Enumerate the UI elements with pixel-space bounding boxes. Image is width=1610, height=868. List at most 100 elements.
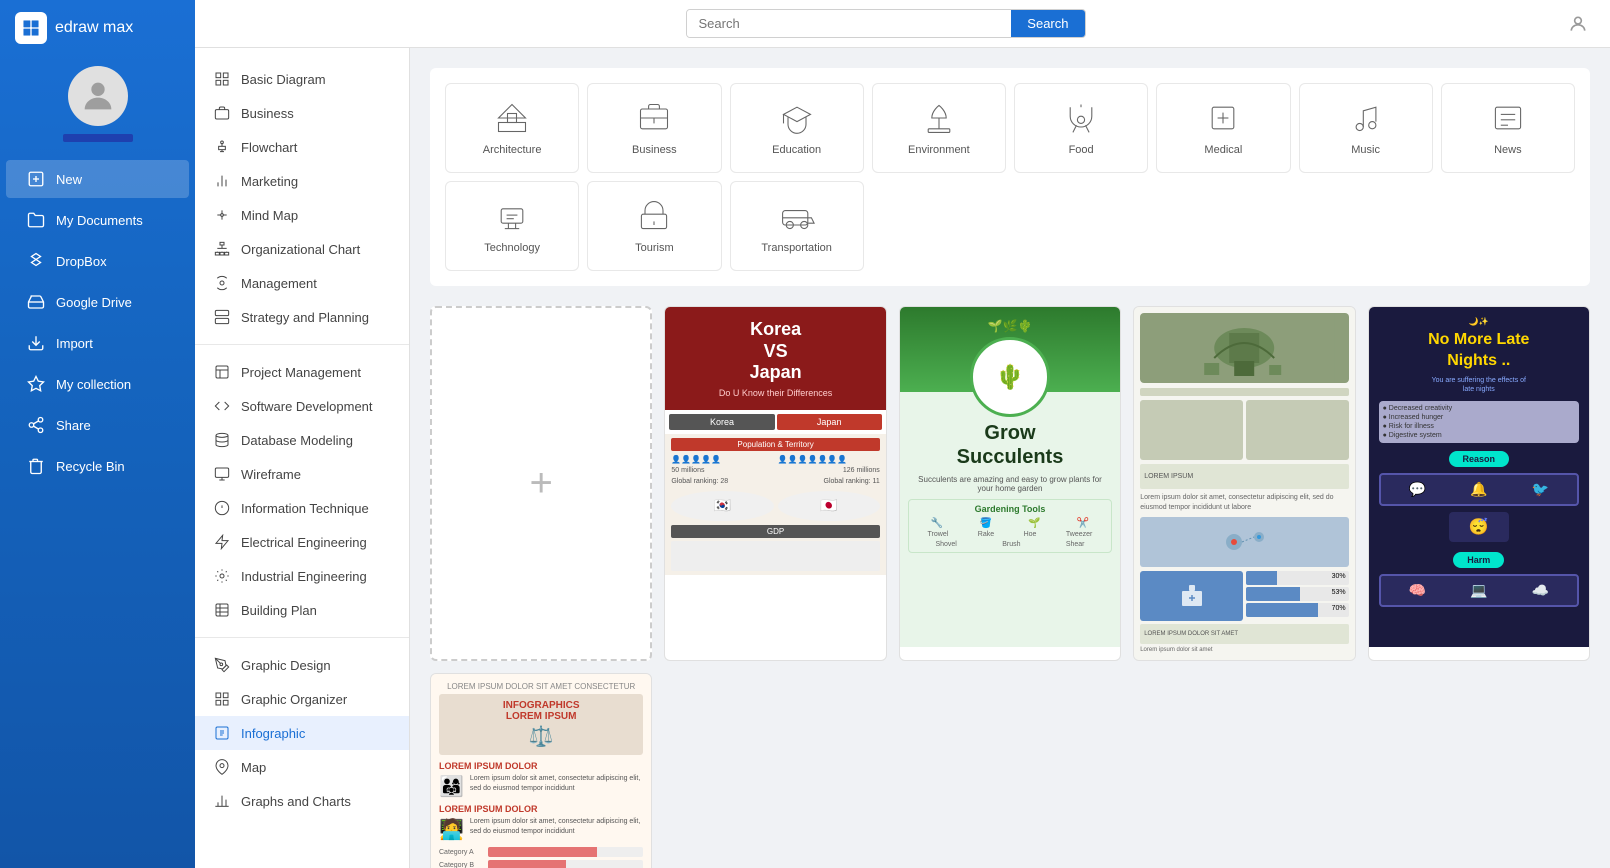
sidebar-item-new[interactable]: New: [6, 160, 189, 198]
menu-item-project-management[interactable]: Project Management: [195, 355, 409, 389]
template-korea-cols: Korea Japan: [669, 414, 881, 430]
sidebar-navigation: New My Documents DropBox Google Drive: [0, 157, 195, 488]
template-population-row: 👤👤👤👤👤 👤👤👤👤👤👤👤: [671, 455, 879, 464]
strategy-icon: [213, 308, 231, 326]
user-profile-area: [0, 56, 195, 157]
menu-item-flowchart[interactable]: Flowchart: [195, 130, 409, 164]
template-japan-col: Japan: [777, 414, 882, 430]
user-menu-button[interactable]: [1566, 12, 1590, 36]
sidebar-item-share-label: Share: [56, 418, 91, 433]
category-architecture[interactable]: Architecture: [445, 83, 579, 173]
category-environment-label: Environment: [908, 144, 970, 156]
category-technology-label: Technology: [484, 242, 540, 254]
template-bar-bg-2: [488, 860, 643, 868]
menu-item-marketing[interactable]: Marketing: [195, 164, 409, 198]
menu-item-information-technique[interactable]: Information Technique: [195, 491, 409, 525]
hard-drive-icon: [26, 292, 46, 312]
category-environment[interactable]: Environment: [872, 83, 1006, 173]
menu-item-management[interactable]: Management: [195, 266, 409, 300]
menu-item-graphs-charts[interactable]: Graphs and Charts: [195, 784, 409, 818]
template-travel-block1: [1140, 400, 1243, 460]
template-pct-2: 53%: [1246, 587, 1349, 601]
sidebar-item-dropbox[interactable]: DropBox: [6, 242, 189, 280]
marketing-icon: [213, 172, 231, 190]
menu-item-wireframe[interactable]: Wireframe: [195, 457, 409, 491]
menu-item-org-chart[interactable]: Organizational Chart: [195, 232, 409, 266]
sidebar-item-share[interactable]: Share: [6, 406, 189, 444]
template-dark-checklist: ● Decreased creativity ● Increased hunge…: [1379, 401, 1579, 443]
template-dark-person: 😴: [1449, 512, 1509, 542]
sidebar-item-my-documents[interactable]: My Documents: [6, 201, 189, 239]
flowchart-icon: [213, 138, 231, 156]
industrial-engineering-icon: [213, 567, 231, 585]
category-tourism-label: Tourism: [635, 242, 674, 254]
category-music[interactable]: Music: [1299, 83, 1433, 173]
template-harm-box: 🧠 💻 ☁️: [1379, 574, 1579, 607]
template-japan-people: 👤👤👤👤👤👤👤: [778, 455, 880, 464]
menu-item-electrical-engineering[interactable]: Electrical Engineering: [195, 525, 409, 559]
template-hospital-icon: [1140, 571, 1243, 621]
template-lorem-text2: Lorem ipsum dolor sit amet: [1140, 647, 1348, 655]
template-lorem-body: LOREM IPSUM DOLOR SIT AMET CONSECTETUR I…: [431, 674, 651, 868]
template-korea-body: Population & Territory 👤👤👤👤👤 👤👤👤👤👤👤👤: [665, 434, 885, 575]
template-infographic-lorem[interactable]: LOREM IPSUM DOLOR SIT AMET CONSECTETUR I…: [430, 673, 652, 868]
menu-item-graphic-design[interactable]: Graphic Design: [195, 648, 409, 682]
menu-item-information-technique-label: Information Technique: [241, 501, 369, 516]
template-harm-badge: Harm: [1453, 552, 1504, 568]
category-medical[interactable]: Medical: [1156, 83, 1290, 173]
category-transportation[interactable]: Transportation: [730, 181, 864, 271]
menu-item-project-management-label: Project Management: [241, 365, 361, 380]
menu-item-basic-diagram[interactable]: Basic Diagram: [195, 62, 409, 96]
menu-item-marketing-label: Marketing: [241, 174, 298, 189]
template-korea-header: KoreaVSJapan Do U Know their Differences: [665, 307, 885, 410]
template-grow-succulents[interactable]: 🌱🌿🌵 🌵 GrowSucculents Succulents are amaz…: [899, 306, 1121, 661]
template-bar-bg-1: [488, 847, 643, 857]
category-tourism[interactable]: Tourism: [587, 181, 721, 271]
avatar[interactable]: [68, 66, 128, 126]
menu-item-building-plan[interactable]: Building Plan: [195, 593, 409, 627]
template-travel-slider: [1140, 388, 1348, 396]
template-pct-3: 70%: [1246, 603, 1349, 617]
menu-item-map[interactable]: Map: [195, 750, 409, 784]
menu-item-infographic-label: Infographic: [241, 726, 305, 741]
template-dark-moon: 🌙✨: [1379, 317, 1579, 326]
electrical-icon: [213, 533, 231, 551]
category-business[interactable]: Business: [587, 83, 721, 173]
template-tools-icons: 🔧 🪣 🌱 ✂️: [913, 518, 1107, 529]
briefcase-icon: [213, 104, 231, 122]
category-news-label: News: [1494, 144, 1522, 156]
template-korea-japan[interactable]: KoreaVSJapan Do U Know their Differences…: [664, 306, 886, 661]
sidebar-item-my-collection[interactable]: My collection: [6, 365, 189, 403]
menu-item-graphic-organizer[interactable]: Graphic Organizer: [195, 682, 409, 716]
menu-item-strategy-planning[interactable]: Strategy and Planning: [195, 300, 409, 334]
search-input[interactable]: [687, 10, 1012, 37]
category-education[interactable]: Education: [730, 83, 864, 173]
template-travel[interactable]: LOREM IPSUM Lorem ipsum dolor sit amet, …: [1133, 306, 1355, 661]
template-succulents-title: GrowSucculents: [908, 421, 1112, 469]
category-row-1: Architecture Business Education: [445, 83, 1575, 173]
database-icon: [213, 431, 231, 449]
sidebar-item-google-drive[interactable]: Google Drive: [6, 283, 189, 321]
menu-item-software-development[interactable]: Software Development: [195, 389, 409, 423]
menu-item-industrial-engineering[interactable]: Industrial Engineering: [195, 559, 409, 593]
template-travel-blocks: [1140, 400, 1348, 460]
category-food[interactable]: Food: [1014, 83, 1148, 173]
menu-item-business-label: Business: [241, 106, 294, 121]
menu-item-business[interactable]: Business: [195, 96, 409, 130]
folder-icon: [26, 210, 46, 230]
menu-item-mind-map[interactable]: Mind Map: [195, 198, 409, 232]
category-news[interactable]: News: [1441, 83, 1575, 173]
template-lorem-dolor-label2: LOREM IPSUM DOLOR: [439, 804, 643, 814]
menu-item-infographic[interactable]: Infographic: [195, 716, 409, 750]
category-technology[interactable]: Technology: [445, 181, 579, 271]
sidebar-item-import[interactable]: Import: [6, 324, 189, 362]
menu-item-database-modeling[interactable]: Database Modeling: [195, 423, 409, 457]
template-lorem-row2: 🧑‍💻 Lorem ipsum dolor sit amet, consecte…: [439, 817, 643, 842]
search-button[interactable]: Search: [1011, 10, 1084, 37]
template-no-late-nights[interactable]: 🌙✨ No More LateNights .. You are sufferi…: [1368, 306, 1590, 661]
template-infographic-header: INFOGRAPHICSLOREM IPSUM ⚖️: [439, 694, 643, 755]
template-travel-body: LOREM IPSUM Lorem ipsum dolor sit amet, …: [1134, 307, 1354, 660]
template-travel-header-img: [1140, 313, 1348, 383]
template-add-new[interactable]: +: [430, 306, 652, 661]
sidebar-item-recycle-bin[interactable]: Recycle Bin: [6, 447, 189, 485]
